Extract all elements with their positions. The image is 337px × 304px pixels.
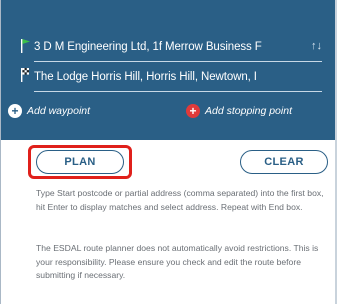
panel-border-left [0,0,1,304]
start-address-value: 3 D M Engineering Ltd, 1f Merrow Busines… [34,41,262,53]
instructions-text: Type Start postcode or partial address (… [36,188,324,212]
disclaimer-text: The ESDAL route planner does not automat… [36,243,319,280]
chequered-flag-icon [21,68,29,82]
start-address-field[interactable]: 3 D M Engineering Ltd, 1f Merrow Busines… [34,36,330,62]
start-field-underline [34,61,322,62]
end-address-value: The Lodge Horris Hill, Horris Hill, Newt… [34,71,257,83]
plus-circle-red-icon: + [186,104,200,118]
swap-icon[interactable]: ↑↓ [311,40,322,52]
add-waypoint-button[interactable]: + Add waypoint [8,104,90,118]
clear-button[interactable]: CLEAR [240,150,328,174]
end-field-underline [34,91,322,92]
add-stopping-point-label: Add stopping point [205,105,292,117]
add-stopping-point-button[interactable]: + Add stopping point [186,104,292,118]
start-flag-icon [21,39,30,53]
plan-button[interactable]: PLAN [36,150,124,174]
end-address-field[interactable]: The Lodge Horris Hill, Horris Hill, Newt… [34,66,330,92]
plus-circle-icon: + [8,104,22,118]
add-waypoint-label: Add waypoint [27,105,91,117]
